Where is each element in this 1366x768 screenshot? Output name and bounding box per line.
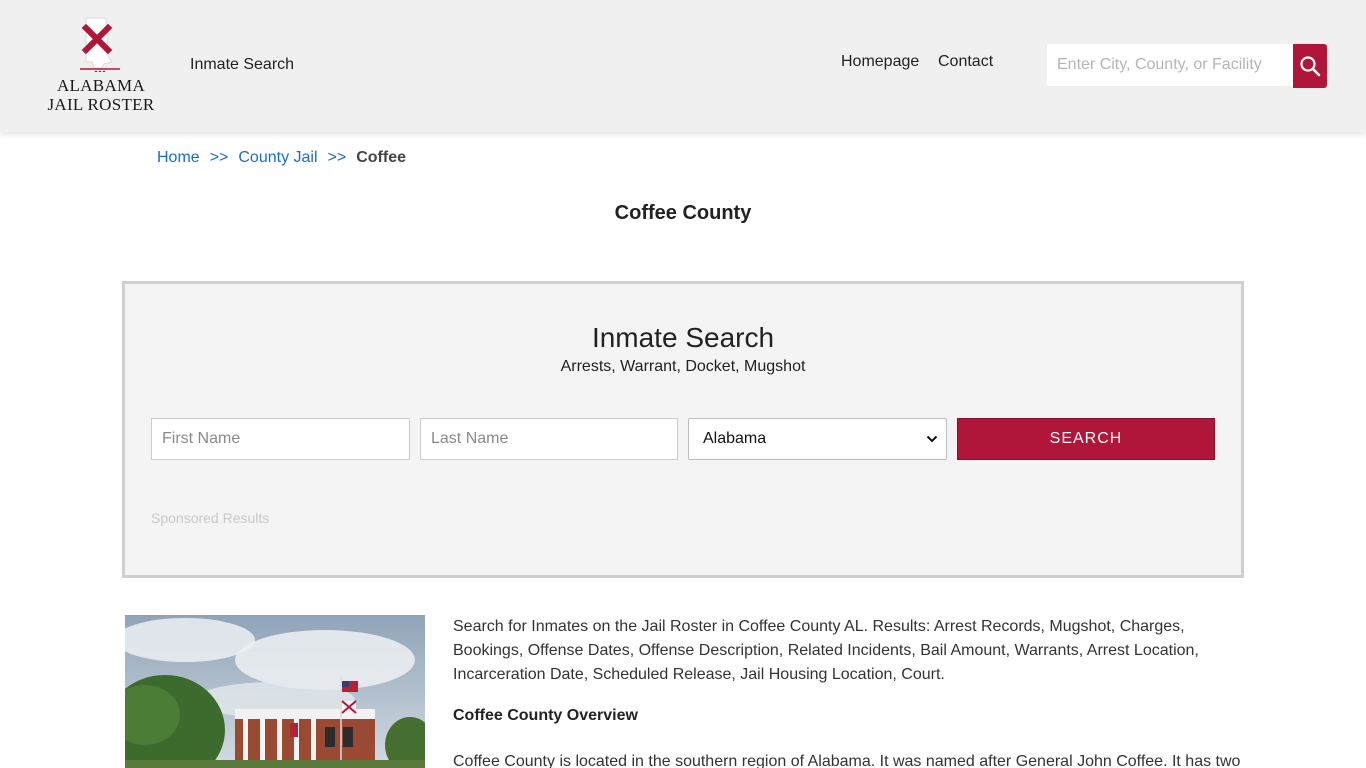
first-name-input[interactable] xyxy=(151,418,410,460)
inmate-search-panel: Inmate Search Arrests, Warrant, Docket, … xyxy=(122,281,1244,578)
inmate-search-subtitle: Arrests, Warrant, Docket, Mugshot xyxy=(560,358,806,375)
inmate-search-button[interactable]: SEARCH xyxy=(957,418,1215,460)
breadcrumb-county-jail[interactable]: County Jail xyxy=(238,149,317,167)
breadcrumb-home[interactable]: Home xyxy=(157,149,200,167)
nav-inmate-search[interactable]: Inmate Search xyxy=(190,56,294,74)
breadcrumb: Home >> County Jail >> Coffee xyxy=(157,149,406,167)
state-select-value: Alabama xyxy=(703,430,767,447)
nav-contact[interactable]: Contact xyxy=(938,53,993,71)
nav-homepage[interactable]: Homepage xyxy=(841,53,919,71)
last-name-input[interactable] xyxy=(420,418,678,460)
page-title: Coffee County xyxy=(614,202,752,224)
state-select[interactable]: Alabama xyxy=(688,418,947,460)
site-header: ALABAMA JAIL ROSTER Inmate Search Homepa… xyxy=(0,0,1366,132)
search-icon xyxy=(1300,56,1321,77)
breadcrumb-separator: >> xyxy=(327,149,347,166)
intro-paragraph: Search for Inmates on the Jail Roster in… xyxy=(453,618,1199,683)
breadcrumb-current: Coffee xyxy=(356,149,406,166)
overview-paragraph: Coffee County is located in the southern… xyxy=(453,753,1241,768)
inmate-search-title: Inmate Search xyxy=(591,322,775,353)
chevron-down-icon xyxy=(926,435,938,443)
site-logo[interactable]: ALABAMA JAIL ROSTER xyxy=(44,16,158,116)
courthouse-photo xyxy=(125,615,425,768)
alabama-flag-map-icon xyxy=(80,17,120,72)
facility-search-input[interactable] xyxy=(1047,44,1293,86)
facility-search-button[interactable] xyxy=(1293,44,1327,88)
breadcrumb-separator: >> xyxy=(209,149,229,166)
logo-text-alabama: ALABAMA xyxy=(56,76,146,95)
overview-heading: Coffee County Overview xyxy=(453,707,638,724)
sponsored-results-label: Sponsored Results xyxy=(151,510,270,526)
logo-text-jail-roster: JAIL ROSTER xyxy=(47,95,155,114)
